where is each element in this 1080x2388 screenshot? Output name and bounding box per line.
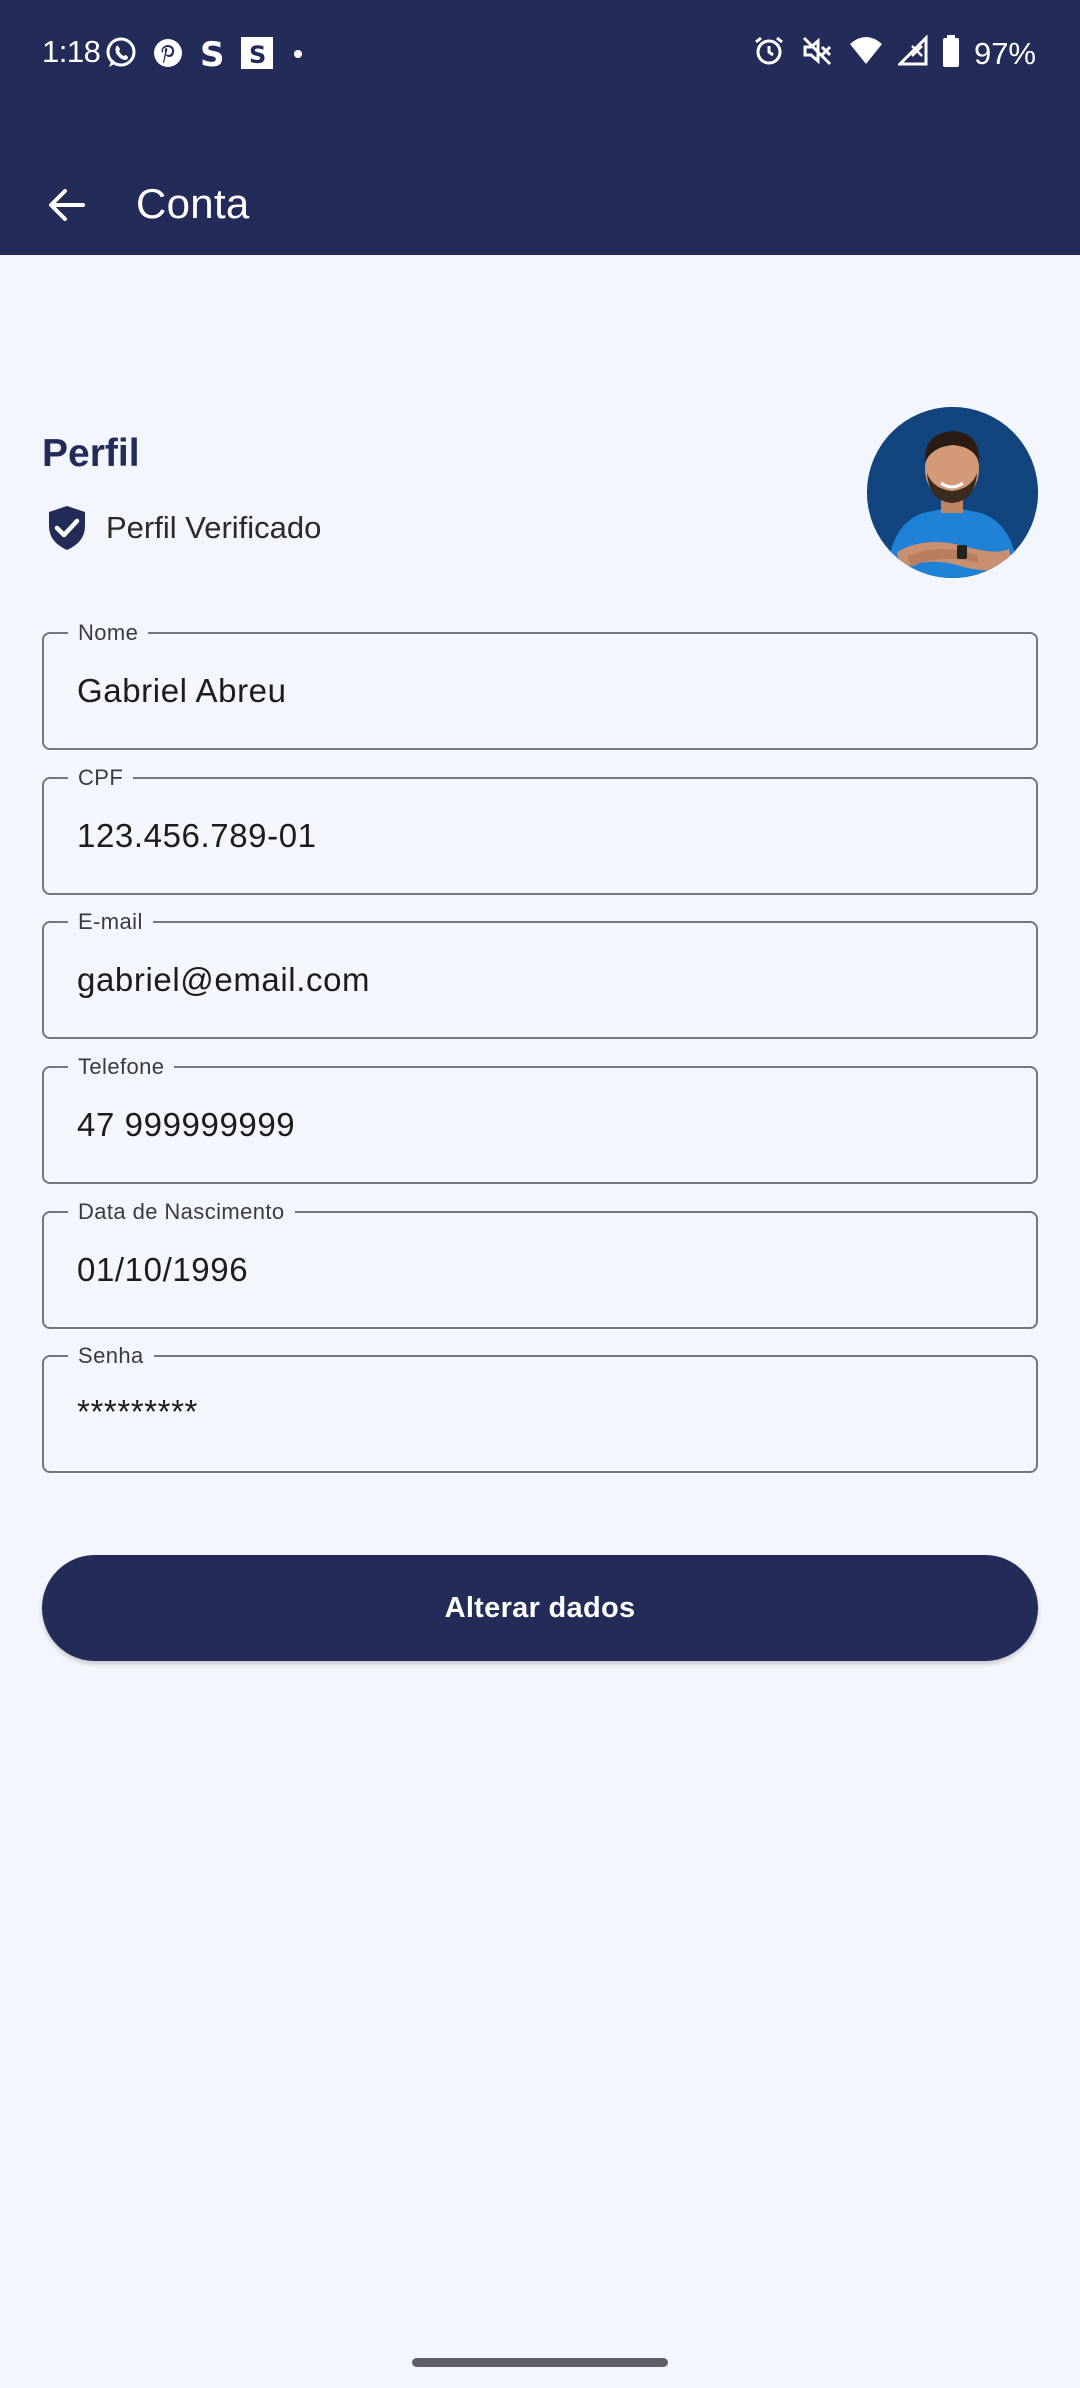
- verified-badge: Perfil Verificado: [46, 504, 321, 552]
- phone-field-label: Telefone: [68, 1054, 175, 1080]
- status-bar: 1:18 S S 97%: [0, 0, 1080, 110]
- home-indicator[interactable]: [412, 2358, 668, 2367]
- birthdate-field-label: Data de Nascimento: [68, 1199, 295, 1225]
- cpf-field[interactable]: CPF 123.456.789-01: [42, 765, 1038, 895]
- s-app-icon: S: [198, 35, 226, 75]
- dot-icon: [288, 36, 308, 75]
- password-field-value[interactable]: *********: [77, 1393, 198, 1431]
- whatsapp-icon: [104, 36, 138, 75]
- top-app-bar: 1:18 S S 97% Conta: [0, 0, 1080, 255]
- page-title: Conta: [136, 180, 250, 227]
- alarm-icon: [752, 34, 786, 73]
- birthdate-field-value[interactable]: 01/10/1996: [77, 1251, 248, 1289]
- battery-percentage: 97%: [973, 35, 1036, 71]
- name-field-value[interactable]: Gabriel Abreu: [77, 672, 287, 710]
- system-icons: 97%: [752, 34, 1036, 73]
- birthdate-field[interactable]: Data de Nascimento 01/10/1996: [42, 1199, 1038, 1329]
- pinterest-icon: [152, 37, 184, 74]
- shield-check-icon: [49, 506, 85, 550]
- mute-icon: [800, 34, 834, 73]
- arrow-left-icon: [49, 189, 85, 221]
- phone-field-value[interactable]: 47 999999999: [77, 1106, 295, 1144]
- profile-title: Perfil: [42, 432, 140, 475]
- svg-text:S: S: [200, 36, 225, 70]
- no-signal-icon: [896, 34, 928, 73]
- svg-text:S: S: [249, 41, 266, 69]
- wifi-icon: [848, 34, 884, 73]
- verified-label: Perfil Verificado: [106, 510, 322, 545]
- password-field[interactable]: Senha *********: [42, 1343, 1038, 1473]
- email-field[interactable]: E-mail gabriel@email.com: [42, 909, 1038, 1039]
- status-time: 1:18: [42, 34, 101, 69]
- password-field-label: Senha: [68, 1343, 154, 1369]
- email-field-value[interactable]: gabriel@email.com: [77, 961, 370, 999]
- avatar-photo: [867, 407, 1038, 578]
- back-button[interactable]: [42, 180, 92, 230]
- notification-icons: S S: [104, 35, 308, 75]
- avatar[interactable]: [867, 407, 1038, 578]
- app-bar: Conta: [0, 160, 1080, 250]
- email-field-label: E-mail: [68, 909, 153, 935]
- name-field-label: Nome: [68, 620, 149, 646]
- cpf-field-value[interactable]: 123.456.789-01: [77, 817, 317, 855]
- cpf-field-label: CPF: [68, 765, 134, 791]
- s-square-icon: S: [240, 36, 274, 75]
- phone-field[interactable]: Telefone 47 999999999: [42, 1054, 1038, 1184]
- battery-icon: [942, 34, 960, 73]
- update-data-button[interactable]: Alterar dados: [42, 1555, 1038, 1661]
- name-field[interactable]: Nome Gabriel Abreu: [42, 620, 1038, 750]
